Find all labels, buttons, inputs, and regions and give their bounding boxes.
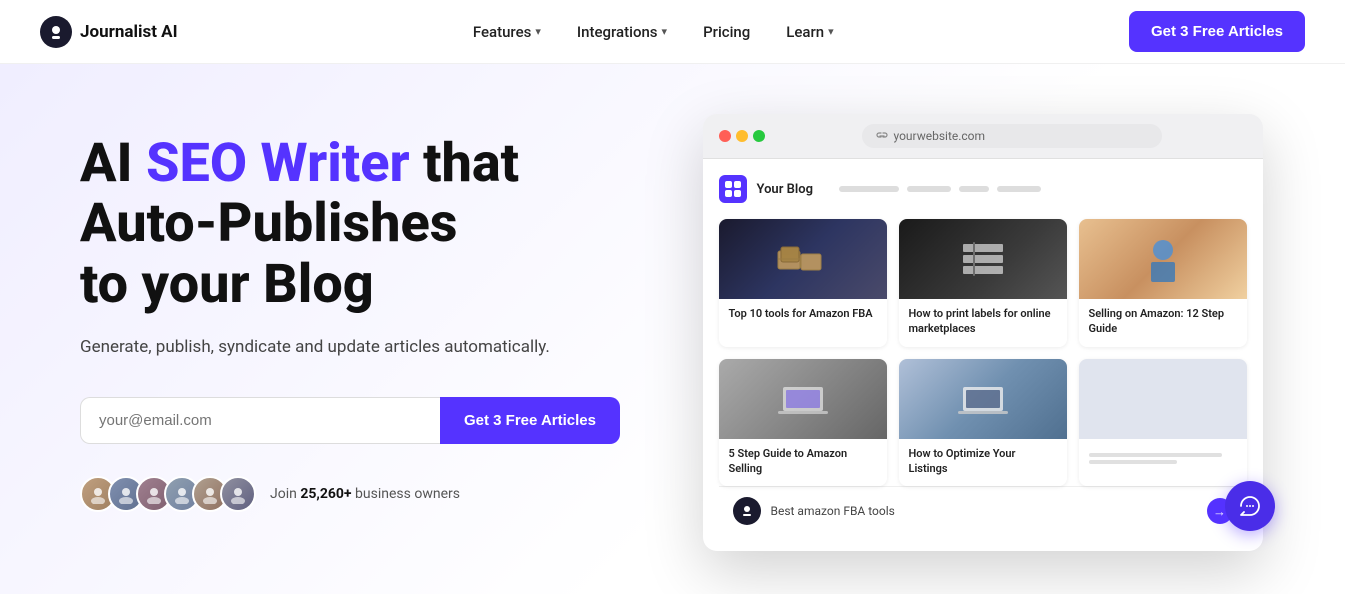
blog-nav-lines (839, 186, 1041, 192)
card-placeholder-lines (1089, 453, 1237, 464)
blog-card: 5 Step Guide to Amazon Selling (719, 359, 887, 487)
avatar-stack (80, 476, 256, 512)
hero-left: AI SEO Writer thatAuto-Publishesto your … (80, 114, 660, 512)
chevron-down-icon: ▾ (828, 25, 834, 38)
card-body: Selling on Amazon: 12 Step Guide (1079, 299, 1247, 347)
browser-mockup: yourwebsite.com Your Blog (703, 114, 1263, 551)
card-title: Selling on Amazon: 12 Step Guide (1089, 307, 1237, 337)
blog-card: How to Optimize Your Listings (899, 359, 1067, 487)
card-title: 5 Step Guide to Amazon Selling (729, 447, 877, 477)
chat-bar: Best amazon FBA tools → (719, 486, 1247, 535)
card-title: How to print labels for online marketpla… (909, 307, 1057, 337)
browser-bar: yourwebsite.com (703, 114, 1263, 159)
hero-title-highlight: SEO Writer (146, 132, 410, 195)
dot-close (719, 130, 731, 142)
logo-text: Journalist AI (80, 22, 178, 42)
hero-right: yourwebsite.com Your Blog (660, 114, 1305, 551)
nav-features-label: Features (473, 23, 531, 41)
blog-grid: Top 10 tools for Amazon FBA (719, 219, 1247, 486)
card-image-delivery (1079, 219, 1247, 299)
hero-section: AI SEO Writer thatAuto-Publishesto your … (0, 64, 1345, 594)
card-body (1079, 439, 1247, 474)
dot-maximize (753, 130, 765, 142)
browser-content: Your Blog (703, 159, 1263, 551)
card-title: How to Optimize Your Listings (909, 447, 1057, 477)
blog-card: How to print labels for online marketpla… (899, 219, 1067, 347)
card-body: 5 Step Guide to Amazon Selling (719, 439, 887, 487)
card-body: Top 10 tools for Amazon FBA (719, 299, 887, 332)
browser-url-bar: yourwebsite.com (862, 124, 1162, 148)
nav-links: Features ▾ Integrations ▾ Pricing Learn … (473, 23, 834, 41)
hero-cta-button[interactable]: Get 3 Free Articles (440, 397, 620, 444)
blog-card: Selling on Amazon: 12 Step Guide (1079, 219, 1247, 347)
hero-subtitle: Generate, publish, syndicate and update … (80, 335, 660, 361)
chevron-down-icon: ▾ (662, 25, 668, 38)
nav-integrations-label: Integrations (577, 23, 658, 41)
chat-widget-button[interactable] (1225, 481, 1275, 531)
card-image-placeholder (1079, 359, 1247, 439)
social-suffix: business owners (352, 486, 460, 502)
card-image-laptop (719, 359, 887, 439)
card-image-labels (899, 219, 1067, 299)
nav-learn[interactable]: Learn ▾ (786, 23, 833, 41)
social-count: 25,260+ (300, 486, 351, 502)
nav-integrations[interactable]: Integrations ▾ (577, 23, 667, 41)
nav-cta-button[interactable]: Get 3 Free Articles (1129, 11, 1305, 52)
avatar (220, 476, 256, 512)
hero-title: AI SEO Writer thatAuto-Publishesto your … (80, 134, 660, 315)
nav-line (959, 186, 989, 192)
email-input[interactable] (80, 397, 440, 444)
card-title: Top 10 tools for Amazon FBA (729, 307, 877, 322)
browser-dots (719, 130, 765, 142)
nav-features[interactable]: Features ▾ (473, 23, 541, 41)
chevron-down-icon: ▾ (535, 25, 541, 38)
nav-line (839, 186, 899, 192)
blog-name: Your Blog (757, 182, 813, 197)
card-image-amazon (719, 219, 887, 299)
placeholder-line (1089, 453, 1222, 457)
placeholder-line (1089, 460, 1178, 464)
blog-logo (719, 175, 747, 203)
hero-email-form: Get 3 Free Articles (80, 397, 620, 444)
chat-input-text[interactable]: Best amazon FBA tools (771, 504, 1197, 518)
dot-minimize (736, 130, 748, 142)
blog-card (1079, 359, 1247, 487)
nav-pricing-label: Pricing (703, 23, 750, 41)
card-body: How to print labels for online marketpla… (899, 299, 1067, 347)
card-image-laptop2 (899, 359, 1067, 439)
logo[interactable]: Journalist AI (40, 16, 178, 48)
nav-pricing[interactable]: Pricing (703, 23, 750, 41)
link-icon (876, 130, 888, 142)
nav-learn-label: Learn (786, 23, 824, 41)
navbar: Journalist AI Features ▾ Integrations ▾ … (0, 0, 1345, 64)
nav-line (907, 186, 951, 192)
social-proof-text: Join 25,260+ business owners (270, 486, 460, 502)
blog-header: Your Blog (719, 175, 1247, 203)
blog-card: Top 10 tools for Amazon FBA (719, 219, 887, 347)
logo-icon (40, 16, 72, 48)
social-prefix: Join (270, 486, 300, 502)
chat-ai-icon (733, 497, 761, 525)
nav-line (997, 186, 1041, 192)
url-text: yourwebsite.com (894, 129, 986, 143)
social-proof: Join 25,260+ business owners (80, 476, 660, 512)
card-body: How to Optimize Your Listings (899, 439, 1067, 487)
hero-title-plain: AI (80, 132, 146, 195)
